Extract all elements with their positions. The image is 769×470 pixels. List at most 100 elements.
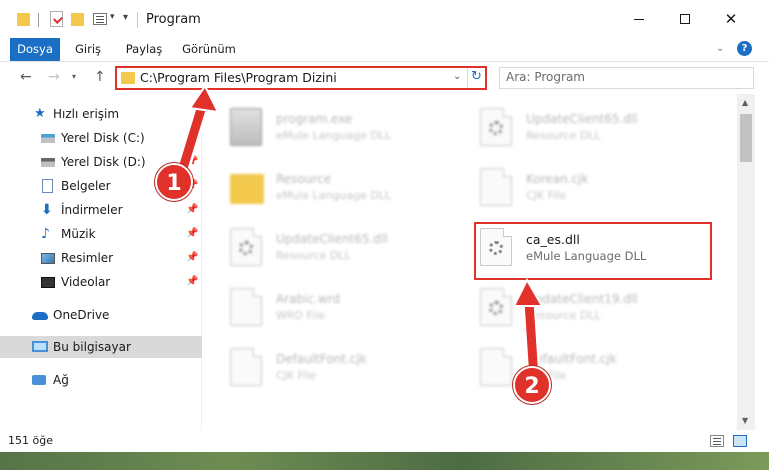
properties-icon[interactable] (50, 11, 63, 27)
file-name: Resource (276, 172, 332, 186)
sidebar-item-label: Videolar (61, 275, 111, 289)
computer-icon (32, 341, 48, 352)
forward-arrow-icon[interactable]: → (48, 69, 60, 85)
tab-dosya[interactable]: Dosya (10, 38, 60, 61)
music-icon: ♪ (41, 226, 50, 242)
sidebar-item-label: Müzik (61, 227, 96, 241)
sidebar-item-label: OneDrive (53, 308, 110, 322)
file-item[interactable]: UpdateClient19.dll Resource DLL (480, 280, 720, 332)
ribbon-tabs: Dosya Giriş Paylaş Görünüm ⌄ ? (0, 38, 769, 62)
sidebar-item-quick-access[interactable]: ★ Hızlı erişim (0, 103, 202, 125)
address-bar[interactable]: C:\Program Files\Program Dizini ⌄ ↻ (115, 66, 487, 90)
documents-icon (42, 179, 53, 193)
file-type: CJK File (276, 369, 317, 382)
sidebar-item-label: Bu bilgisayar (53, 340, 131, 354)
star-icon: ★ (34, 106, 46, 121)
address-separator (467, 68, 468, 88)
dll-icon (230, 228, 262, 266)
customize-toolbar-icon[interactable]: ▾ (123, 12, 128, 30)
sidebar-item-label: Hızlı erişim (53, 107, 120, 121)
tab-paylas[interactable]: Paylaş (120, 38, 168, 61)
sidebar-item-music[interactable]: ♪ Müzik 📌 (0, 223, 202, 245)
file-type: WRD File (276, 309, 325, 322)
search-input[interactable] (506, 70, 726, 84)
large-icons-view-icon[interactable] (733, 435, 747, 447)
close-icon: ✕ (724, 10, 738, 28)
file-name: UpdateClient65.dll (526, 112, 638, 126)
exe-icon (230, 108, 262, 146)
desktop-wallpaper-strip (0, 452, 769, 470)
address-path[interactable]: C:\Program Files\Program Dizini (140, 70, 337, 85)
network-icon (32, 375, 46, 385)
tab-giris[interactable]: Giriş (68, 38, 108, 61)
scroll-up-icon[interactable]: ▲ (742, 98, 748, 107)
help-button[interactable]: ? (737, 41, 752, 56)
window-title: Program (146, 12, 201, 27)
close-button[interactable]: ✕ (708, 4, 754, 34)
up-arrow-icon[interactable]: ↑ (94, 69, 106, 85)
dll-icon (480, 108, 512, 146)
pin-icon: 📌 (186, 132, 199, 143)
sidebar-item-network[interactable]: Ağ (0, 369, 202, 391)
chevron-down-icon[interactable]: ⌄ (453, 71, 461, 82)
sidebar-item-label: Resimler (61, 251, 114, 265)
file-item[interactable]: Arabic.wrd WRD File (230, 280, 470, 332)
pin-icon: 📌 (186, 204, 199, 215)
chevron-down-icon[interactable]: ▾ (110, 12, 115, 30)
pictures-icon (41, 253, 55, 264)
file-name: Arabic.wrd (276, 292, 341, 306)
file-item[interactable]: program.exe eMule Language DLL (230, 100, 470, 152)
maximize-button[interactable] (662, 4, 708, 34)
vertical-scrollbar[interactable]: ▲ ▼ (737, 94, 755, 430)
downloads-icon: ⬇ (41, 202, 53, 218)
maximize-icon (680, 14, 690, 24)
sidebar-item-label: İndirmeler (61, 203, 123, 217)
file-name: DefaultFont.cjk (526, 352, 617, 366)
folder-icon (230, 174, 264, 204)
minimize-icon (634, 18, 644, 20)
drive-c-icon (41, 134, 55, 143)
sidebar-item-this-pc[interactable]: Bu bilgisayar (0, 336, 202, 358)
search-box[interactable] (499, 67, 754, 89)
status-bar: 151 öğe (0, 430, 769, 452)
file-item[interactable]: UpdateClient65.dll Resource DLL (480, 100, 720, 152)
file-item[interactable]: Resource eMule Language DLL (230, 160, 470, 212)
file-type: Resource DLL (526, 129, 601, 142)
file-item[interactable]: Korean.cjk CJK File (480, 160, 720, 212)
sidebar-item-pictures[interactable]: Resimler 📌 (0, 247, 202, 269)
sidebar-item-drive-c[interactable]: Yerel Disk (C:) 📌 (0, 127, 202, 149)
sidebar-item-onedrive[interactable]: OneDrive (0, 304, 202, 326)
folder-icon (121, 72, 135, 84)
sidebar-item-label: Yerel Disk (C:) (61, 131, 145, 145)
tab-gorunum[interactable]: Görünüm (178, 38, 240, 61)
expand-ribbon-icon[interactable]: ⌄ (716, 43, 724, 54)
file-item[interactable]: DefaultFont.cjk CJK File (230, 340, 470, 392)
file-type: CJK File (526, 189, 567, 202)
sidebar-item-videos[interactable]: Videolar 📌 (0, 271, 202, 293)
item-count: 151 öğe (8, 434, 53, 447)
sidebar-item-downloads[interactable]: ⬇ İndirmeler 📌 (0, 199, 202, 221)
quick-access-separator (38, 13, 39, 27)
drive-d-icon (41, 158, 55, 167)
view-options-icon[interactable] (93, 13, 107, 25)
file-name: UpdateClient19.dll (526, 292, 638, 306)
scroll-down-icon[interactable]: ▼ (742, 416, 748, 425)
recent-locations-chevron-icon[interactable]: ▾ (72, 72, 76, 81)
file-item[interactable]: UpdateClient65.dll Resource DLL (230, 220, 470, 272)
pin-icon: 📌 (186, 228, 199, 239)
scroll-thumb[interactable] (740, 114, 752, 162)
back-arrow-icon[interactable]: ← (20, 69, 32, 85)
minimize-button[interactable] (616, 4, 662, 34)
new-folder-icon[interactable] (71, 13, 84, 26)
file-name: UpdateClient65.dll (276, 232, 388, 246)
details-view-icon[interactable] (710, 435, 724, 447)
file-name: program.exe (276, 112, 353, 126)
onedrive-cloud-icon (32, 312, 48, 320)
title-separator (137, 12, 138, 28)
file-icon (230, 348, 262, 386)
file-icon (480, 348, 512, 386)
file-icon (480, 168, 512, 206)
pin-icon: 📌 (186, 252, 199, 263)
folder-icon (17, 13, 30, 26)
refresh-icon[interactable]: ↻ (471, 69, 482, 84)
